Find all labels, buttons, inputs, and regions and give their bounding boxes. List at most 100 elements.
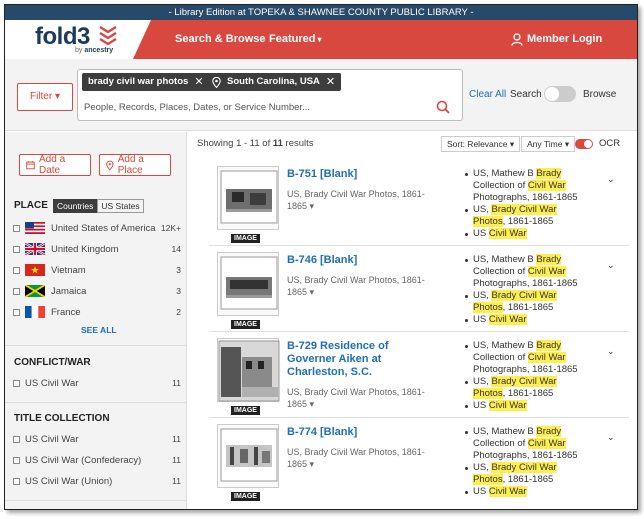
result-item[interactable]: IMAGE B-729 Residence of Governer Aiken … <box>209 332 629 418</box>
add-place-button[interactable]: Add a Place <box>99 154 171 176</box>
chevron-down-icon[interactable]: ⌄ <box>607 346 615 357</box>
result-collection: US, Brady Civil War Photos, 1861-1865 <box>287 275 425 297</box>
sort-dropdown[interactable]: Sort: Relevance ▾ <box>441 136 521 152</box>
sort-label: Sort: Relevance <box>447 139 508 149</box>
nav-featured[interactable]: Featured ▾ <box>269 20 321 59</box>
time-dropdown[interactable]: Any Time ▾ <box>521 136 576 152</box>
filter-button[interactable]: Filter ▾ <box>17 83 73 111</box>
chevron-down-icon[interactable]: ⌄ <box>607 432 615 443</box>
place-name: France <box>51 306 81 318</box>
result-thumbnail[interactable] <box>217 252 279 316</box>
place-filter-row[interactable]: Jamaica 3 <box>13 284 181 298</box>
conflict-filter-row[interactable]: US Civil War 11 <box>13 376 181 390</box>
text: Photographs, 1861-1865 <box>473 450 578 461</box>
add-place-label: Add a Place <box>117 154 144 176</box>
result-item[interactable]: IMAGE B-751 [Blank] US, Brady Civil War … <box>209 160 629 246</box>
place-name: United States of America <box>51 222 156 234</box>
place-filter-row[interactable]: United Kingdom 14 <box>13 242 181 256</box>
tab-countries[interactable]: Countries <box>53 199 98 213</box>
result-thumbnail[interactable] <box>217 424 279 488</box>
text: , 1861-1865 <box>502 216 554 227</box>
close-icon[interactable]: ✕ <box>194 73 203 91</box>
close-icon[interactable]: ✕ <box>326 73 335 91</box>
text: Photographs, 1861-1865 <box>473 278 578 289</box>
result-subtitle: US, Brady Civil War Photos, 1861-1865 ▾ <box>287 446 427 470</box>
collection-filter-row[interactable]: US Civil War (Confederacy) 11 <box>13 453 181 467</box>
jamaica-flag-icon <box>25 285 45 297</box>
caret-down-icon[interactable]: ▾ <box>310 459 315 469</box>
result-item[interactable]: IMAGE B-774 [Blank] US, Brady Civil War … <box>209 418 629 504</box>
result-title[interactable]: B-774 [Blank] <box>287 426 427 439</box>
text: US, <box>473 204 492 215</box>
text: , 1861-1865 <box>502 302 554 313</box>
calendar-icon <box>26 160 35 170</box>
place-filter-row[interactable]: France 2 <box>13 305 181 319</box>
result-title[interactable]: B-729 Residence of Governer Aiken at Cha… <box>287 340 427 379</box>
uk-flag-icon <box>25 243 45 255</box>
checkbox[interactable] <box>13 245 20 253</box>
place-filter-row[interactable]: Vietnam 3 <box>13 263 181 277</box>
place-filter-row[interactable]: United States of America 12K+ <box>13 221 181 235</box>
results-count-prefix: Showing 1 - 11 of <box>197 138 273 149</box>
text: , 1861-1865 <box>502 388 554 399</box>
section-divider <box>5 345 187 346</box>
checkbox[interactable] <box>13 477 20 485</box>
collection-line: US, Brady Civil War Photos, 1861-1865 <box>463 376 585 400</box>
chevron-down-icon[interactable]: ⌄ <box>607 260 615 271</box>
text: Collection of <box>473 438 528 449</box>
ocr-toggle[interactable] <box>575 139 593 149</box>
caret-down-icon[interactable]: ▾ <box>310 201 315 211</box>
photo-thumbnail-icon <box>220 428 278 482</box>
image-badge: IMAGE <box>231 320 260 329</box>
clear-all-link[interactable]: Clear All <box>469 89 506 100</box>
nav-search-browse[interactable]: Search & Browse <box>175 20 265 59</box>
result-item[interactable]: IMAGE B-746 [Blank] US, Brady Civil War … <box>209 246 629 332</box>
conflict-count: 11 <box>172 378 181 388</box>
caret-down-icon: ▾ <box>54 91 61 102</box>
result-title[interactable]: B-746 [Blank] <box>287 254 427 267</box>
collection-line: US, Brady Civil War Photos, 1861-1865 <box>463 204 585 228</box>
search-browse-toggle[interactable] <box>544 86 576 102</box>
checkbox[interactable] <box>13 308 20 316</box>
result-title[interactable]: B-751 [Blank] <box>287 168 427 181</box>
checkbox[interactable] <box>13 435 20 443</box>
search-bar: Filter ▾ brady civil war photos ✕ South C… <box>5 59 637 131</box>
checkbox[interactable] <box>13 456 20 464</box>
caret-down-icon[interactable]: ▾ <box>310 287 315 297</box>
caret-down-icon: ▾ <box>317 35 322 44</box>
see-all-link[interactable]: SEE ALL <box>81 325 117 335</box>
collection-name: US Civil War <box>25 433 79 445</box>
search-icon[interactable] <box>436 100 450 114</box>
checkbox[interactable] <box>13 287 20 295</box>
text: Photographs, 1861-1865 <box>473 364 578 375</box>
chip-label: brady civil war photos <box>88 76 189 87</box>
search-input[interactable] <box>84 98 424 116</box>
highlight: Civil War <box>527 352 566 363</box>
add-date-button[interactable]: Add a Date <box>19 154 91 176</box>
photo-thumbnail-icon <box>220 256 278 310</box>
member-login-link[interactable]: Member Login <box>511 20 602 59</box>
result-collection: US, Brady Civil War Photos, 1861-1865 <box>287 189 425 211</box>
search-chip-place[interactable]: South Carolina, USA ✕ <box>206 73 342 91</box>
results-count: Showing 1 - 11 of 11 results <box>197 138 314 149</box>
checkbox[interactable] <box>13 266 20 274</box>
checkbox[interactable] <box>13 224 20 232</box>
result-thumbnail[interactable] <box>217 338 280 402</box>
caret-down-icon[interactable]: ▾ <box>310 399 315 409</box>
collection-filter-row[interactable]: US Civil War 11 <box>13 432 181 446</box>
fold3-logo[interactable]: fold3 by ancestry <box>5 20 133 59</box>
highlight: Civil War <box>488 228 527 239</box>
search-chip-keywords[interactable]: brady civil war photos ✕ <box>82 73 210 91</box>
tab-us-states[interactable]: US States <box>97 199 144 213</box>
chevron-down-icon[interactable]: ⌄ <box>607 174 615 185</box>
collection-count: 11 <box>172 455 181 465</box>
collection-filter-row[interactable]: US Civil War (Union) 11 <box>13 474 181 488</box>
text: , 1861-1865 <box>502 474 554 485</box>
title-collection-section-title: TITLE COLLECTION <box>14 413 110 424</box>
collection-line: US, Mathew B Brady Collection of Civil W… <box>463 254 585 290</box>
checkbox[interactable] <box>13 379 20 387</box>
results-header: Showing 1 - 11 of 11 results Sort: Relev… <box>197 133 637 157</box>
france-flag-icon <box>25 306 45 318</box>
text: US, Mathew B <box>473 340 537 351</box>
result-thumbnail[interactable] <box>217 166 279 230</box>
